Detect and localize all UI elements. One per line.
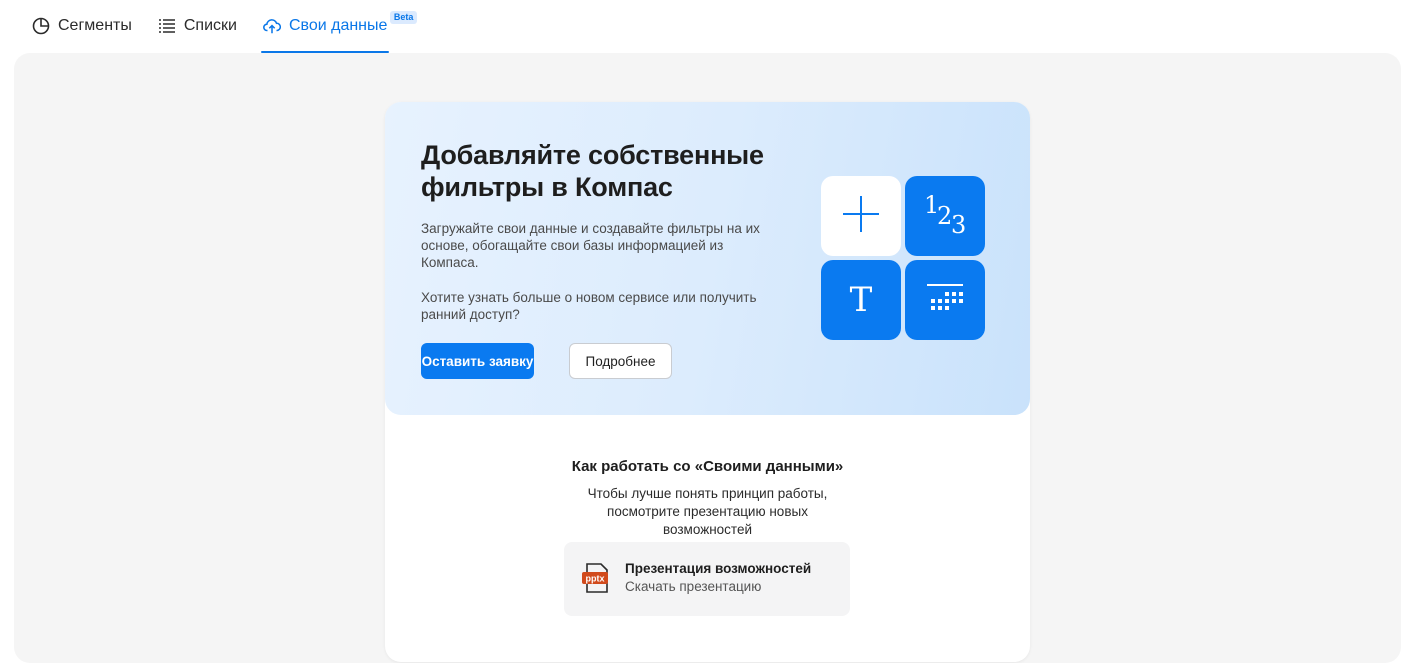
cloud-upload-icon bbox=[263, 17, 281, 35]
tab-label: Свои данные bbox=[288, 17, 388, 34]
pptx-file-icon: pptx bbox=[582, 561, 610, 595]
tab-segments[interactable]: Сегменты bbox=[32, 0, 132, 54]
beta-badge: Beta bbox=[389, 11, 418, 24]
calendar-tile bbox=[905, 260, 985, 340]
tab-label: Сегменты bbox=[58, 17, 132, 34]
more-info-button[interactable]: Подробнее bbox=[569, 343, 672, 379]
how-it-works-title: Как работать со «Своими данными» bbox=[571, 458, 844, 475]
tab-own-data[interactable]: Свои данные Beta bbox=[260, 0, 418, 54]
tab-bar: Сегменты Списки Свои данные Beta bbox=[32, 0, 418, 54]
presentation-title: Презентация возможностей bbox=[625, 561, 812, 576]
download-link[interactable]: Скачать презентацию bbox=[625, 579, 761, 594]
text-icon: T bbox=[849, 280, 873, 320]
leave-request-button[interactable]: Оставить заявку bbox=[421, 343, 534, 379]
tab-label: Списки bbox=[183, 17, 237, 34]
text-tile: T bbox=[821, 260, 901, 340]
pie-chart-icon bbox=[32, 17, 50, 35]
hero-question: Хотите узнать больше о новом сервисе или… bbox=[421, 290, 757, 322]
hero-title: Добавляйте собственные фильтры в Компас bbox=[421, 140, 764, 202]
plus-icon bbox=[841, 194, 881, 239]
presentation-download[interactable]: pptx Презентация возможностей Скачать пр… bbox=[564, 542, 850, 616]
numbers-icon: 1 2 3 bbox=[924, 191, 967, 239]
tab-lists[interactable]: Списки bbox=[158, 0, 237, 54]
hero-description: Загружайте свои данные и создавайте филь… bbox=[421, 221, 760, 270]
svg-text:pptx: pptx bbox=[586, 574, 605, 584]
own-data-card: Добавляйте собственные фильтры в Компас … bbox=[385, 102, 1030, 662]
list-icon bbox=[158, 17, 176, 35]
hero-banner: Добавляйте собственные фильтры в Компас … bbox=[385, 102, 1030, 415]
how-it-works-subtitle: Чтобы лучше понять принцип работы, посмо… bbox=[587, 486, 828, 537]
plus-tile bbox=[821, 176, 901, 256]
calendar-icon bbox=[925, 281, 965, 320]
numbers-tile: 1 2 3 bbox=[905, 176, 985, 256]
